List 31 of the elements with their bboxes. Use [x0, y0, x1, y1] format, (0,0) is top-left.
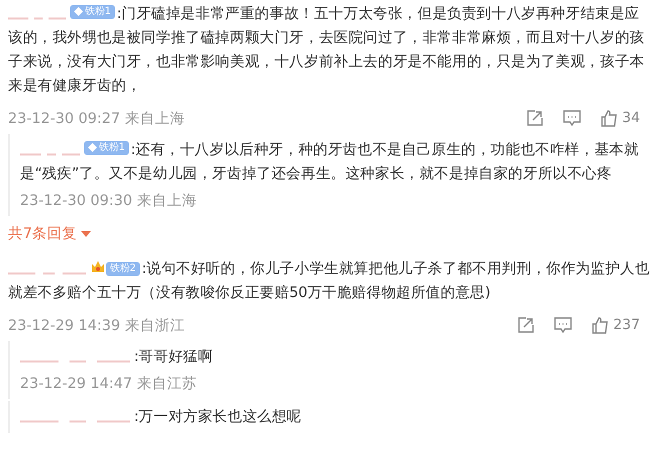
timestamp: 23-12-29 14:47	[20, 376, 134, 392]
comment-text: :哥哥好猛啊	[20, 345, 652, 369]
share-icon[interactable]	[526, 109, 544, 127]
thumbs-up-icon[interactable]	[591, 316, 610, 334]
comment-text: 铁粉1 :门牙磕掉是非常严重的事故！五十万太夸张，但是负责到十八岁再种牙结束是应该的，我外甥也是被同学推了磕掉两颗大门牙，去医院问过了，非常非常麻烦，而且对十八岁的孩子来说，没有大门牙，也非常影响美观，十八岁前补上去的牙是不能用的，只是为了美观，孩子本来是有健康牙齿的，	[8, 4, 646, 96]
fan-badge: 铁粉2	[106, 262, 140, 276]
like-count: 34	[622, 110, 640, 126]
more-replies-link[interactable]: 共7条回复	[8, 218, 92, 249]
timestamp: 23-12-29 14:39	[8, 318, 122, 334]
thumbs-up-icon[interactable]	[600, 109, 618, 127]
location: 来自江苏	[136, 376, 197, 392]
comment-text: :万一对方家长也这么想呢	[20, 405, 652, 429]
timestamp: 23-12-30 09:30	[20, 193, 134, 209]
diamond-icon[interactable]	[74, 7, 83, 16]
comment-text: 铁粉2 :说句不好听的，你儿子小学生就算把他儿子杀了都不用判刑，你作为监护人也就差不多赔个五十万（没有教唆你反正要赔50万干脆赔得物超所值的意思)	[8, 258, 651, 303]
fan-badge: 铁粉1	[70, 4, 115, 18]
diamond-icon[interactable]	[88, 143, 97, 152]
like-count: 237	[613, 317, 640, 333]
timestamp: 23-12-30 09:27	[8, 111, 122, 127]
location: 来自浙江	[124, 318, 185, 334]
crown-icon[interactable]	[90, 259, 106, 275]
comment-icon[interactable]	[562, 109, 582, 127]
blurred-name	[8, 17, 66, 20]
share-icon[interactable]	[517, 316, 536, 334]
comment-text: 铁粉1 :还有，十八岁以后种牙，种的牙齿也不是自己原生的，功能也不咋样，基本就是“残疾”了。又不是幼儿园，牙齿掉了还会再生。这种家长，就不是掉自家的牙所以不心疼	[20, 140, 640, 184]
blurred-name	[20, 153, 80, 156]
comment-icon[interactable]	[553, 316, 574, 334]
caret-icon[interactable]	[81, 230, 92, 238]
fan-badge: 铁粉1	[84, 140, 129, 154]
location: 来自上海	[136, 193, 197, 209]
location: 来自上海	[124, 111, 185, 127]
